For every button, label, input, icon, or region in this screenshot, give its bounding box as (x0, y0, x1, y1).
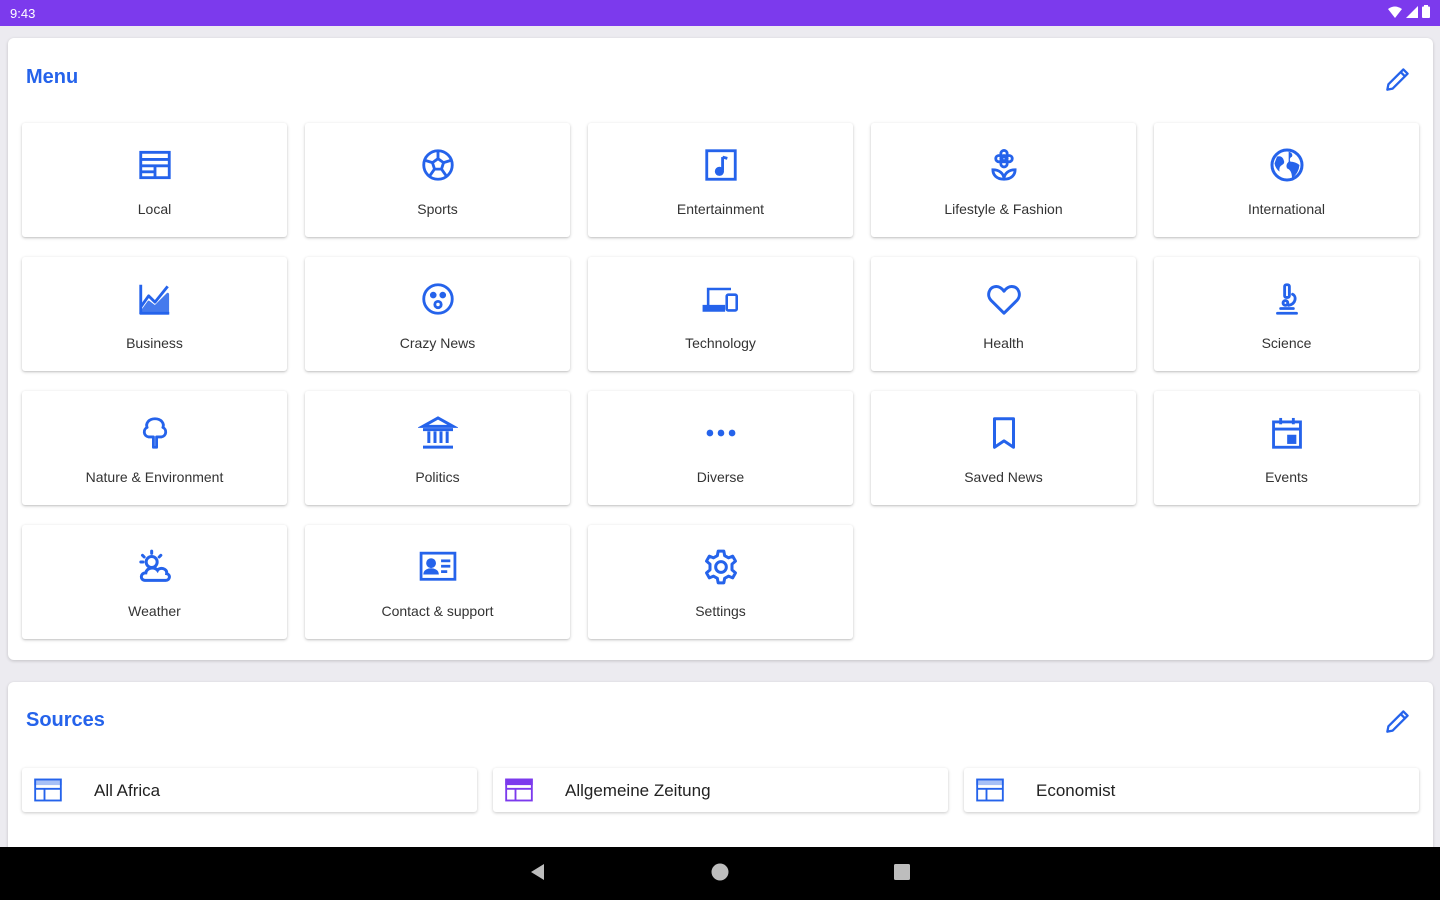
news-source-icon (976, 776, 1004, 804)
menu-item-label: Entertainment (676, 201, 765, 217)
status-icons (1388, 5, 1430, 23)
newspaper-icon (135, 145, 175, 185)
pencil-icon (1382, 705, 1414, 742)
menu-item-technology[interactable]: Technology (588, 257, 853, 371)
menu-item-label: Politics (415, 469, 460, 485)
more-dots-icon (701, 413, 741, 453)
contact-card-icon (418, 547, 458, 587)
menu-item-diverse[interactable]: Diverse (588, 391, 853, 505)
menu-item-health[interactable]: Health (871, 257, 1136, 371)
menu-item-label: Nature & Environment (85, 469, 224, 485)
menu-item-international[interactable]: International (1154, 123, 1419, 237)
calendar-icon (1267, 413, 1307, 453)
home-button[interactable] (707, 861, 733, 887)
bookmark-icon (984, 413, 1024, 453)
menu-item-label: Settings (695, 603, 746, 619)
gear-icon (701, 547, 741, 587)
recents-icon (892, 862, 912, 887)
government-building-icon (417, 413, 458, 453)
status-time: 9:43 (10, 6, 36, 21)
sources-title: Sources (26, 709, 105, 731)
area-chart-icon (135, 279, 175, 319)
menu-item-label: Diverse (696, 469, 745, 485)
source-item-label: Allgemeine Zeitung (565, 781, 711, 800)
status-bar: 9:43 (0, 0, 1440, 26)
menu-item-label: Saved News (964, 469, 1043, 485)
menu-item-label: Weather (128, 603, 181, 619)
tree-icon (135, 413, 175, 453)
news-source-icon (34, 776, 62, 804)
source-item-allgemeine-zeitung[interactable]: Allgemeine Zeitung (493, 768, 948, 812)
pencil-icon (1382, 63, 1414, 100)
sources-card: Sources All Africa Allgemeine Zeitung Ec… (8, 682, 1433, 862)
battery-icon (1422, 5, 1430, 23)
soccer-ball-icon (418, 145, 458, 185)
menu-item-events[interactable]: Events (1154, 391, 1419, 505)
menu-item-entertainment[interactable]: Entertainment (588, 123, 853, 237)
menu-item-science[interactable]: Science (1154, 257, 1419, 371)
music-note-icon (701, 145, 741, 185)
wifi-icon (1388, 5, 1402, 23)
menu-item-lifestyle-fashion[interactable]: Lifestyle & Fashion (871, 123, 1136, 237)
back-button[interactable] (525, 861, 551, 887)
source-item-label: Economist (1036, 781, 1116, 800)
menu-item-label: Crazy News (399, 335, 476, 351)
source-item-label: All Africa (94, 781, 161, 800)
navigation-bar (0, 847, 1440, 900)
menu-item-label: Technology (685, 335, 756, 351)
menu-item-business[interactable]: Business (22, 257, 287, 371)
menu-item-label: Events (1265, 469, 1308, 485)
menu-item-crazy-news[interactable]: Crazy News (305, 257, 570, 371)
surprised-face-icon (418, 279, 458, 319)
menu-item-label: Business (126, 335, 183, 351)
menu-item-settings[interactable]: Settings (588, 525, 853, 639)
back-icon (528, 862, 548, 887)
news-source-icon (505, 776, 533, 804)
menu-card: Menu Local Sports Entertainment Lifestyl… (8, 38, 1433, 660)
menu-item-saved-news[interactable]: Saved News (871, 391, 1136, 505)
menu-title: Menu (26, 66, 79, 88)
flower-icon (984, 145, 1024, 185)
menu-item-label: International (1247, 201, 1326, 217)
source-item-all-africa[interactable]: All Africa (22, 768, 477, 812)
menu-item-label: Contact & support (381, 603, 494, 619)
menu-item-sports[interactable]: Sports (305, 123, 570, 237)
home-icon (710, 862, 730, 887)
menu-item-label: Lifestyle & Fashion (944, 201, 1063, 217)
menu-edit-button[interactable] (1381, 64, 1415, 98)
recents-button[interactable] (889, 861, 915, 887)
menu-item-label: Local (137, 201, 172, 217)
menu-item-label: Science (1261, 335, 1312, 351)
devices-icon (701, 279, 741, 319)
menu-item-local[interactable]: Local (22, 123, 287, 237)
signal-icon (1406, 5, 1418, 23)
menu-item-politics[interactable]: Politics (305, 391, 570, 505)
menu-item-nature-environment[interactable]: Nature & Environment (22, 391, 287, 505)
menu-item-label: Sports (417, 201, 458, 217)
microscope-icon (1267, 279, 1307, 319)
heart-icon (984, 279, 1024, 319)
sun-cloud-icon (135, 547, 175, 587)
sources-edit-button[interactable] (1381, 706, 1415, 740)
menu-item-contact-support[interactable]: Contact & support (305, 525, 570, 639)
menu-item-label: Health (983, 335, 1024, 351)
source-item-economist[interactable]: Economist (964, 768, 1419, 812)
menu-item-weather[interactable]: Weather (22, 525, 287, 639)
globe-icon (1267, 145, 1307, 185)
